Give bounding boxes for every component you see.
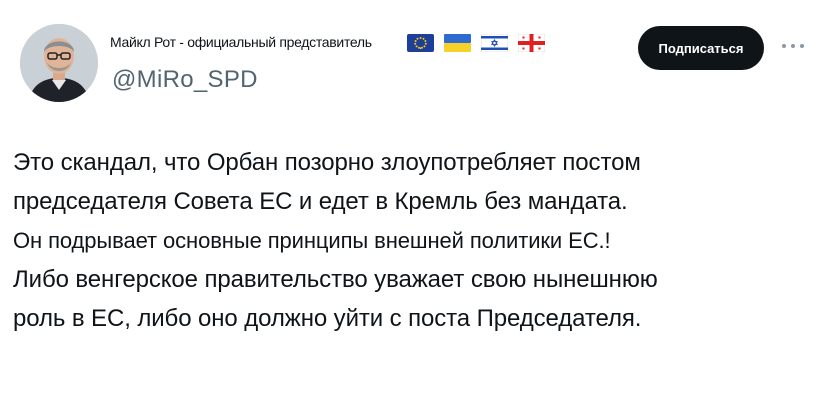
eu-flag-icon bbox=[407, 34, 434, 52]
user-handle[interactable]: @MiRo_SPD bbox=[112, 66, 258, 94]
more-dots-icon[interactable] bbox=[776, 36, 810, 56]
tweet-text-line: Либо венгерское правительство уважает св… bbox=[13, 266, 658, 293]
georgia-flag-icon bbox=[518, 34, 545, 52]
flag-emojis bbox=[407, 34, 545, 52]
tweet-text: Это скандал, что Орбан позорно злоупотре… bbox=[13, 151, 823, 346]
tweet-text-line: Это скандал, что Орбан позорно злоупотре… bbox=[13, 149, 641, 176]
subscribe-button[interactable]: Подписаться bbox=[638, 26, 764, 70]
tweet-text-line: Он подрывает основные принципы внешней п… bbox=[13, 228, 611, 253]
tweet-text-line: роль в ЕС, либо оно должно уйти с поста … bbox=[13, 305, 642, 332]
tweet-text-line: председателя Совета ЕС и едет в Кремль б… bbox=[13, 188, 628, 215]
avatar-image bbox=[20, 24, 98, 102]
tweet: Майкл Рот - официальный представитель @M… bbox=[0, 0, 830, 400]
ukraine-flag-icon bbox=[444, 34, 471, 52]
avatar[interactable] bbox=[20, 24, 98, 102]
israel-flag-icon bbox=[481, 34, 508, 52]
display-name[interactable]: Майкл Рот - официальный представитель bbox=[110, 34, 372, 50]
